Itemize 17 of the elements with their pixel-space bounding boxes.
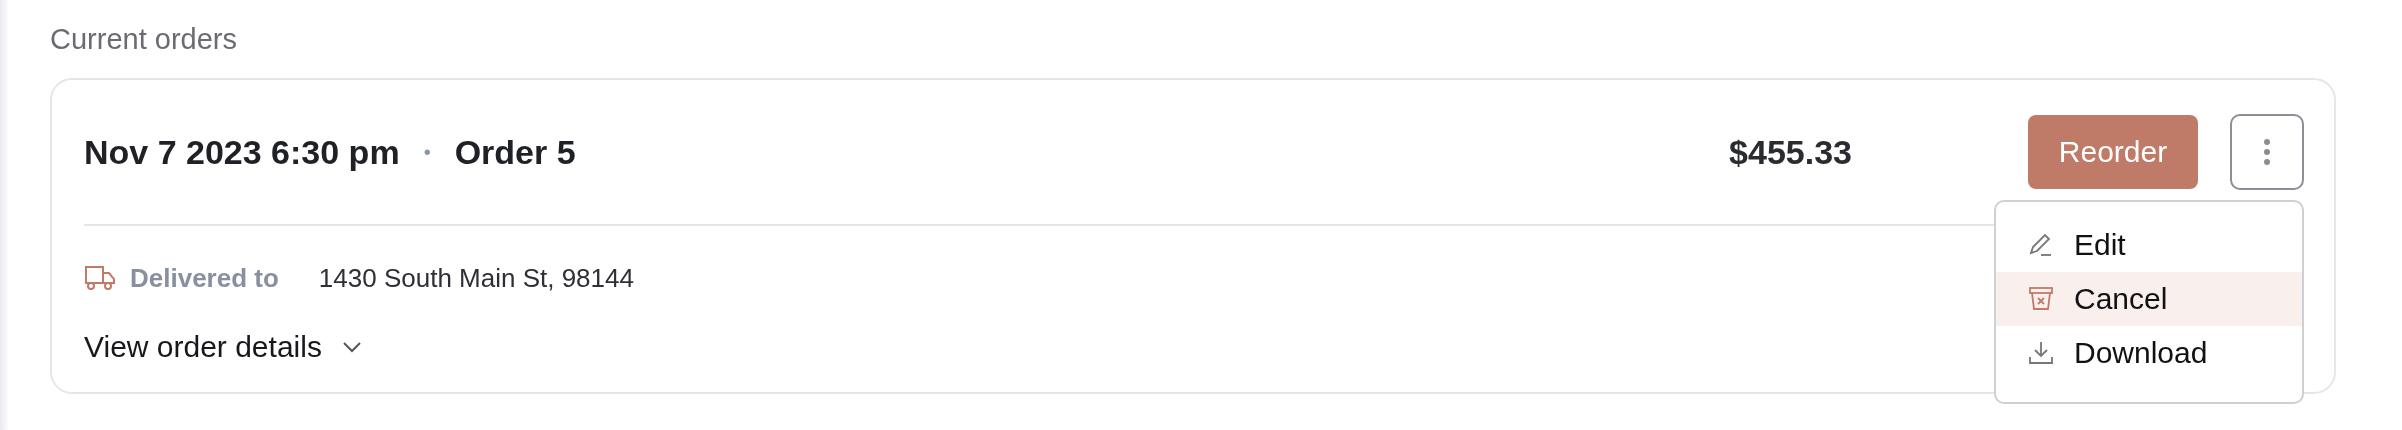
section-title: Current orders — [50, 22, 238, 57]
separator-dot: • — [423, 140, 431, 164]
pencil-icon — [2028, 232, 2054, 258]
more-vertical-icon — [2263, 138, 2271, 166]
view-details-link[interactable]: View order details — [84, 330, 362, 364]
delivered-label: Delivered to — [130, 262, 279, 294]
order-number: Order 5 — [454, 132, 576, 172]
trash-can-icon — [2028, 286, 2054, 312]
order-date: Nov 7 2023 6:30 pm — [84, 132, 400, 172]
menu-item[interactable]: Download — [1996, 326, 2302, 380]
truck-icon — [84, 265, 116, 291]
download-icon — [2028, 340, 2054, 366]
menu-item[interactable]: Cancel — [1996, 272, 2302, 326]
delivery-address: 1430 South Main St, 98144 — [318, 262, 634, 294]
order-total: $455.33 — [1729, 132, 1852, 172]
menu-item[interactable]: Edit — [1996, 218, 2302, 272]
more-options-button[interactable] — [2230, 114, 2304, 190]
